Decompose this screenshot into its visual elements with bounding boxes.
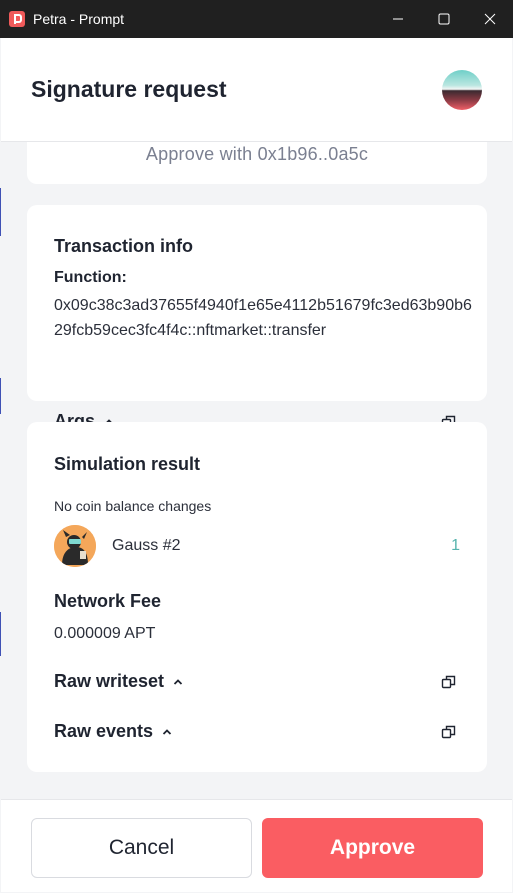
simulation-result-title: Simulation result	[54, 454, 201, 474]
minimize-button[interactable]	[375, 0, 421, 38]
window-title: Petra - Prompt	[33, 11, 125, 27]
transaction-info-title: Transaction info	[54, 236, 194, 256]
nft-count: 1	[451, 537, 460, 554]
function-label: Function:	[54, 269, 127, 286]
network-fee-title: Network Fee	[54, 591, 162, 611]
window-controls	[375, 0, 513, 38]
chevron-up-icon	[161, 726, 173, 738]
approve-button[interactable]: Approve	[262, 818, 483, 878]
page-title: Signature request	[31, 76, 227, 102]
content-scroll-area[interactable]: Approve with 0x1b96..0a5c Transaction in…	[1, 142, 512, 799]
minimize-icon	[393, 18, 403, 20]
raw-writeset-toggle[interactable]: Raw writeset	[54, 671, 457, 692]
close-icon	[484, 13, 496, 25]
page-header: Signature request	[1, 38, 512, 142]
cancel-button[interactable]: Cancel	[31, 818, 252, 878]
simulation-result-card: Simulation result No coin balance change…	[27, 422, 487, 772]
maximize-icon	[438, 13, 450, 25]
nft-thumbnail	[54, 525, 96, 567]
nft-change-row: Gauss #2 1	[54, 525, 460, 567]
action-footer: Cancel Approve	[1, 799, 512, 892]
raw-events-toggle[interactable]: Raw events	[54, 721, 457, 742]
nft-name: Gauss #2	[112, 537, 181, 554]
window-titlebar: Petra - Prompt	[0, 0, 513, 38]
approve-with-card: Approve with 0x1b96..0a5c	[27, 142, 487, 184]
petra-app-icon	[9, 11, 25, 27]
close-button[interactable]	[467, 0, 513, 38]
maximize-button[interactable]	[421, 0, 467, 38]
transaction-info-card: Transaction info Function: 0x09c38c3ad37…	[27, 205, 487, 431]
chevron-up-icon	[172, 676, 184, 688]
function-value: 0x09c38c3ad37655f4940f1e65e4112b51679fc3…	[54, 297, 472, 339]
avatar[interactable]	[442, 69, 482, 110]
raw-events-label: Raw events	[54, 721, 154, 741]
approve-with-text: Approve with 0x1b96..0a5c	[145, 144, 369, 164]
network-fee-value: 0.000009 APT	[54, 625, 156, 642]
copy-icon[interactable]	[441, 724, 457, 740]
raw-writeset-label: Raw writeset	[54, 671, 165, 691]
no-coin-balance-text: No coin balance changes	[54, 498, 212, 514]
copy-icon[interactable]	[441, 674, 457, 690]
